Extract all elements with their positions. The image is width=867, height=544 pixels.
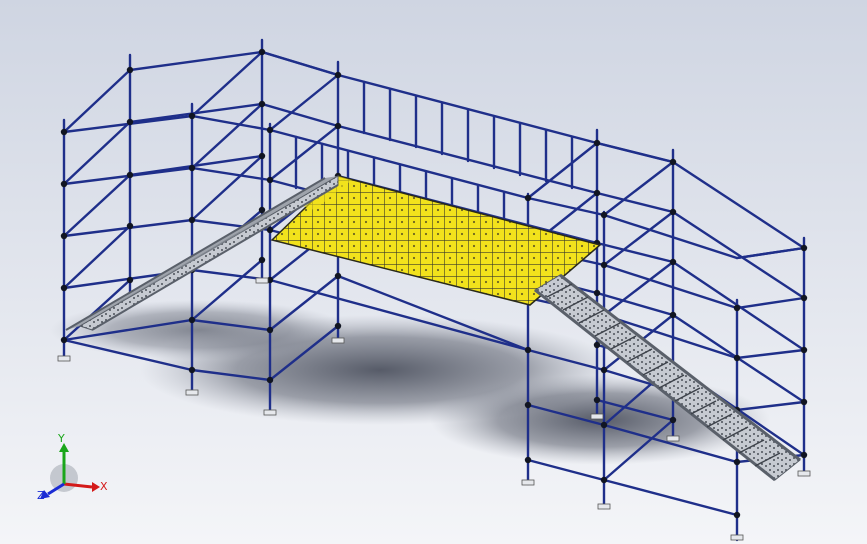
- cad-3d-viewport[interactable]: X Y Z: [0, 0, 867, 544]
- triad-x-label: X: [100, 480, 108, 493]
- triad-z-label: Z: [37, 489, 45, 502]
- triad-y-label: Y: [57, 432, 65, 445]
